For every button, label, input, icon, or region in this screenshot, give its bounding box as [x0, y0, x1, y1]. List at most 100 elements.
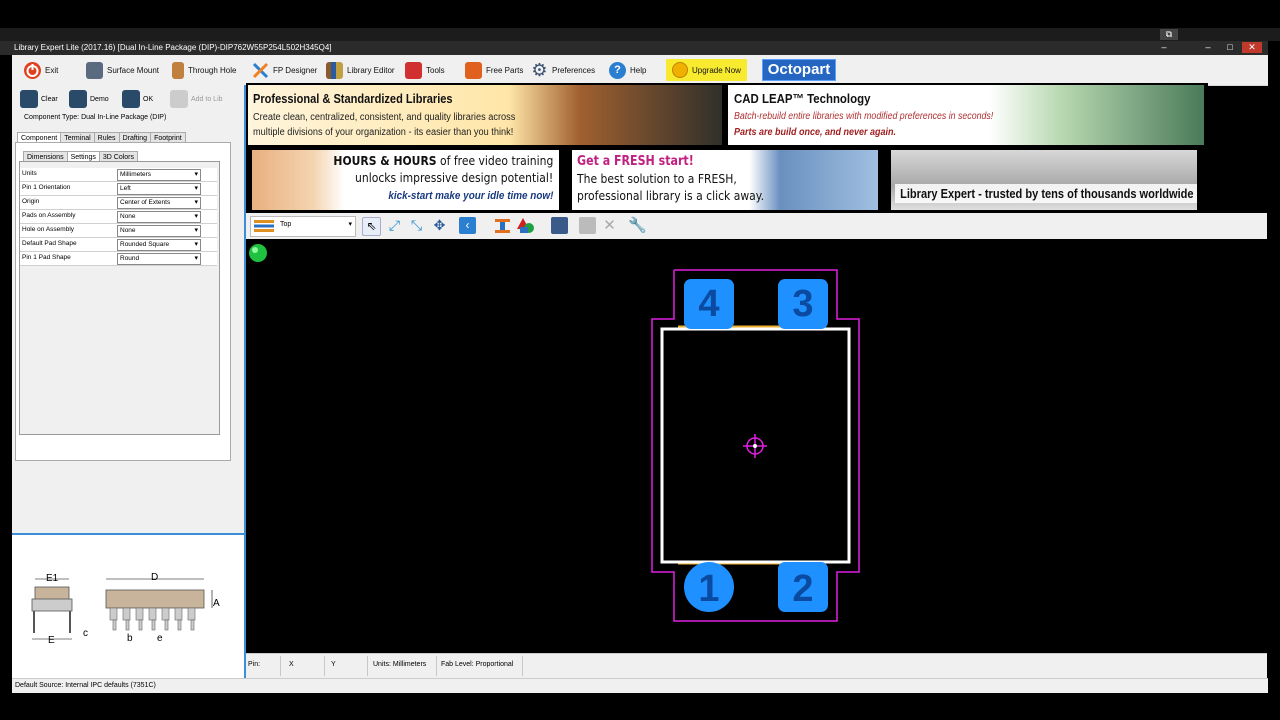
hole-on-assembly-select[interactable]: None [117, 225, 201, 237]
pin1-orientation-select[interactable]: Left [117, 183, 201, 195]
canvas-toolbar: Top ▾ ⇖ ⤢ ⤡ ✥ ‹ ✕ 🔧 [246, 213, 1267, 239]
pad-3[interactable]: 3 [778, 279, 828, 329]
setting-label: Pin 1 Pad Shape [22, 254, 71, 261]
layer-select[interactable]: Top ▾ [250, 216, 356, 237]
setting-label: Origin [22, 198, 40, 205]
status-x: X [289, 661, 294, 668]
banner-fresh-start[interactable]: Get a FRESH start! The best solution to … [572, 150, 878, 210]
copy-icon[interactable] [579, 217, 596, 234]
footprint-drawing: 4 3 1 2 [249, 244, 860, 622]
close-button[interactable]: ✕ [1242, 42, 1262, 53]
add-to-lib-button[interactable]: Add to Lib [170, 87, 223, 111]
banner-professional-libraries[interactable]: Professional & Standardized Libraries Cr… [248, 85, 722, 145]
preferences-button[interactable]: ⚙ Preferences [531, 59, 595, 81]
back-arrow-icon[interactable]: ‹ [459, 217, 476, 234]
tools-label: Tools [426, 65, 445, 75]
status-indicator-icon [249, 244, 267, 262]
ok-button[interactable]: OK [122, 87, 153, 111]
banner-cad-leap[interactable]: CAD LEAP™ Technology Batch-rebuild entir… [728, 85, 1204, 145]
text-height-icon[interactable] [494, 217, 511, 234]
setting-label: Pads on Assembly [22, 212, 76, 219]
through-hole-button[interactable]: Through Hole [172, 59, 236, 81]
banner-video-training[interactable]: HOURS & HOURS of free video training unl… [252, 150, 559, 210]
add-to-lib-icon [170, 90, 188, 108]
setting-origin: Origin Center of Extents [20, 196, 217, 210]
dim-d: D [151, 572, 158, 583]
origin-select[interactable]: Center of Extents [117, 197, 201, 209]
banner3-line1: of free video training [436, 154, 553, 168]
outer-window-titlebar: ⧉ [0, 28, 1280, 41]
help-icon: ? [609, 61, 626, 79]
pad-4[interactable]: 4 [684, 279, 734, 329]
main-toolbar: Exit Surface Mount Through Hole FP Desig… [12, 55, 1268, 86]
toolbox-icon [405, 61, 422, 79]
banner2-title: CAD LEAP™ Technology [734, 91, 871, 106]
through-hole-icon [172, 61, 184, 79]
pad-1[interactable]: 1 [684, 562, 734, 612]
wrench-icon[interactable]: 🔧 [628, 217, 647, 234]
footprint-canvas[interactable]: 4 3 1 2 [246, 239, 1267, 653]
chevron-down-icon: ▾ [348, 221, 352, 228]
library-editor-button[interactable]: Library Editor [326, 59, 395, 81]
dim-e1: E1 [46, 573, 59, 584]
dim-b: b [127, 633, 133, 644]
clear-icon [20, 90, 38, 108]
cart-icon [465, 61, 482, 79]
through-hole-label: Through Hole [188, 65, 237, 75]
upgrade-now-label: Upgrade Now [692, 65, 741, 75]
delete-icon[interactable]: ✕ [601, 217, 618, 234]
pad-2-label: 2 [792, 568, 813, 610]
print-icon[interactable] [551, 217, 568, 234]
add-to-lib-label: Add to Lib [191, 95, 223, 103]
banner4-title: Get a FRESH start! [577, 154, 694, 169]
pads-on-assembly-select[interactable]: None [117, 211, 201, 223]
free-parts-button[interactable]: Free Parts [465, 59, 523, 81]
shapes-icon[interactable] [516, 217, 538, 234]
demo-icon [69, 90, 87, 108]
octopart-button[interactable]: Octopart [762, 59, 836, 81]
setting-default-pad-shape: Default Pad Shape Rounded Square [20, 238, 217, 252]
setting-label: Pin 1 Orientation [22, 184, 71, 191]
fp-designer-button[interactable]: FP Designer [252, 59, 317, 81]
zoom-fit-icon[interactable]: ⤡ [408, 217, 425, 234]
units-select[interactable]: Millimeters [117, 169, 201, 181]
fp-designer-label: FP Designer [273, 65, 318, 75]
upgrade-now-button[interactable]: Upgrade Now [666, 59, 747, 81]
library-editor-label: Library Editor [347, 65, 395, 75]
bottom-status-bar: Default Source: Internal IPC defaults (7… [12, 678, 1268, 693]
minimize-button[interactable]: ‒ [1154, 42, 1174, 53]
banner-trusted[interactable]: Library Expert - trusted by tens of thou… [891, 150, 1197, 210]
demo-button[interactable]: Demo [69, 87, 109, 111]
pan-icon[interactable]: ✥ [431, 217, 448, 234]
default-pad-shape-select[interactable]: Rounded Square [117, 239, 201, 251]
ok-icon [122, 90, 140, 108]
maximize-button[interactable]: □ [1220, 42, 1240, 53]
setting-hole-on-assembly: Hole on Assembly None [20, 224, 217, 238]
front-view-body [105, 589, 205, 609]
pin1-pad-shape-select[interactable]: Round [117, 253, 201, 265]
outer-restore-button[interactable]: ⧉ [1160, 29, 1178, 40]
help-button[interactable]: ? Help [609, 59, 646, 81]
dim-pitch: e [157, 633, 163, 644]
setting-units: Units Millimeters [20, 168, 217, 182]
banner2-line2: Parts are build once, and never again. [734, 127, 897, 138]
surface-mount-button[interactable]: Surface Mount [86, 59, 159, 81]
dimension-diagram-panel: E1 E c D A b e [12, 533, 245, 680]
banner1-text: Create clean, centralized, consistent, a… [253, 112, 516, 138]
zoom-extents-icon[interactable]: ⤢ [386, 217, 403, 234]
clear-button[interactable]: Clear [20, 87, 58, 111]
layer-value: Top [280, 221, 292, 228]
status-fab-level: Fab Level: Proportional [441, 661, 514, 668]
pad-1-label: 1 [698, 568, 719, 610]
setting-pin1-pad-shape: Pin 1 Pad Shape Round [20, 252, 217, 266]
fp-designer-icon [252, 62, 269, 79]
clear-label: Clear [41, 95, 58, 103]
banner1-title: Professional & Standardized Libraries [253, 91, 453, 106]
minimize-inner-button[interactable]: ‒ [1198, 42, 1218, 53]
exit-button[interactable]: Exit [24, 59, 58, 81]
upgrade-icon [672, 62, 688, 78]
demo-label: Demo [90, 95, 109, 103]
pad-2[interactable]: 2 [778, 562, 828, 612]
tools-button[interactable]: Tools [405, 59, 445, 81]
select-pointer-icon[interactable]: ⇖ [362, 217, 381, 236]
